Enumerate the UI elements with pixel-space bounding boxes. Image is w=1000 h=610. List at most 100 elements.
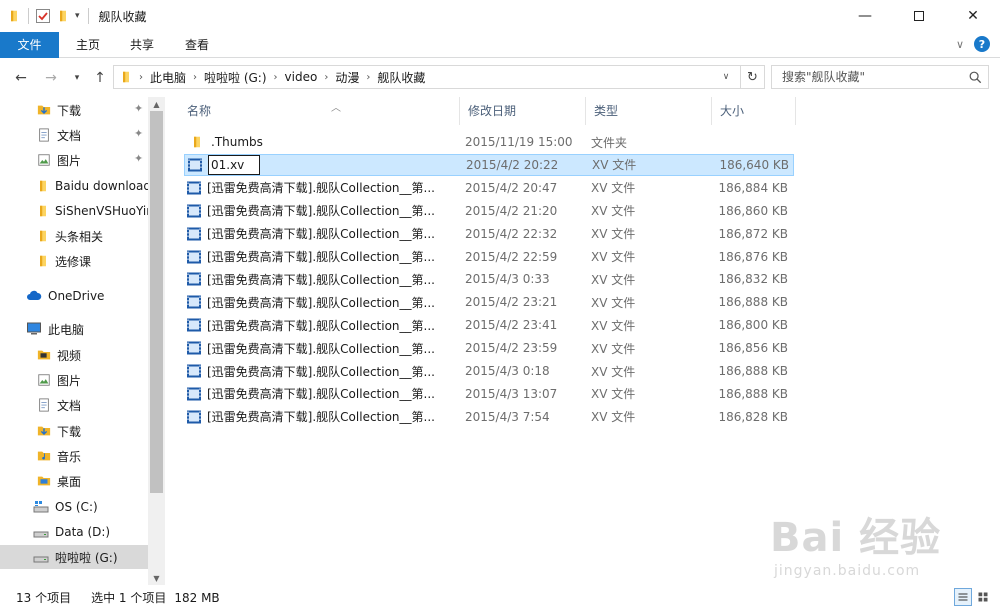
- table-row[interactable]: 01.xv 2015/4/2 20:22 XV 文件 186,640 KB: [184, 153, 794, 176]
- breadcrumb-video[interactable]: video: [285, 70, 318, 84]
- breadcrumb-this-pc[interactable]: 此电脑: [150, 69, 186, 86]
- recent-locations-button[interactable]: ▾: [66, 67, 88, 89]
- table-row[interactable]: [迅雷免费高清下载].舰队Collection__第... 2015/4/3 7:…: [184, 406, 794, 428]
- status-bar: 13 个项目 选中 1 个项目 182 MB: [0, 585, 1000, 610]
- expand-ribbon-icon[interactable]: ∨: [956, 38, 964, 51]
- table-row[interactable]: [迅雷免费高清下载].舰队Collection__第... 2015/4/3 13…: [184, 383, 794, 405]
- pin-icon[interactable]: ✦: [134, 102, 143, 115]
- pin-icon[interactable]: ✦: [134, 152, 143, 165]
- search-input[interactable]: [772, 66, 962, 88]
- column-header-size[interactable]: 大小: [712, 97, 796, 125]
- customize-dropdown-icon[interactable]: ▾: [75, 11, 80, 21]
- close-button[interactable]: ✕: [946, 0, 1000, 32]
- watermark-url: jingyan.baidu.com: [774, 563, 921, 579]
- address-bar[interactable]: › 此电脑 › 啦啦啦 (G:) › video › 动漫 › 舰队收藏 ∨ ↻: [113, 65, 765, 89]
- table-row[interactable]: [迅雷免费高清下载].舰队Collection__第... 2015/4/2 21…: [184, 200, 794, 222]
- address-dropdown-icon[interactable]: ∨: [718, 66, 734, 88]
- scroll-up-icon[interactable]: ▲: [148, 97, 165, 111]
- nav-item-desktop[interactable]: 桌面: [0, 469, 148, 493]
- computer-icon: [26, 321, 42, 337]
- help-icon[interactable]: ?: [974, 36, 990, 52]
- title-bar: ▾ 舰队收藏 — ✕: [0, 0, 1000, 32]
- back-button[interactable]: ←: [10, 67, 32, 89]
- file-name-cell: [迅雷免费高清下载].舰队Collection__第...: [186, 337, 456, 359]
- table-row[interactable]: [迅雷免费高清下载].舰队Collection__第... 2015/4/2 20…: [184, 177, 794, 199]
- nav-item-pc-downloads[interactable]: 下载: [0, 419, 148, 443]
- file-date: 2015/4/2 20:47: [465, 180, 558, 195]
- nav-item-videos[interactable]: 视频: [0, 343, 148, 367]
- table-row[interactable]: [迅雷免费高清下载].舰队Collection__第... 2015/4/3 0:…: [184, 360, 794, 382]
- picture-icon: [37, 372, 51, 388]
- table-row[interactable]: [迅雷免费高清下载].舰队Collection__第... 2015/4/3 0:…: [184, 268, 794, 290]
- nav-item-this-pc[interactable]: 此电脑: [0, 317, 148, 341]
- file-date: 2015/4/3 0:33: [465, 272, 550, 287]
- breadcrumb-anime[interactable]: 动漫: [335, 69, 359, 86]
- nav-item-label: 下载: [57, 424, 82, 439]
- column-header-type[interactable]: 类型: [586, 97, 712, 125]
- minimize-button[interactable]: —: [838, 0, 892, 32]
- nav-scrollbar[interactable]: ▲ ▼: [148, 97, 165, 585]
- nav-item-toutiao[interactable]: 头条相关: [0, 224, 148, 248]
- nav-item-drive-d[interactable]: Data (D:): [0, 520, 148, 544]
- divider: [28, 8, 29, 24]
- table-row[interactable]: .Thumbs 2015/11/19 15:00 文件夹: [184, 131, 794, 153]
- tab-file[interactable]: 文件: [0, 32, 59, 58]
- breadcrumb-separator[interactable]: ›: [366, 72, 370, 83]
- nav-item-pc-documents[interactable]: 文档: [0, 393, 148, 417]
- breadcrumb-current[interactable]: 舰队收藏: [377, 69, 425, 86]
- window-controls: — ✕: [838, 0, 1000, 32]
- table-row[interactable]: [迅雷免费高清下载].舰队Collection__第... 2015/4/2 22…: [184, 223, 794, 245]
- folder-icon: [8, 8, 20, 24]
- breadcrumb-separator[interactable]: ›: [193, 72, 197, 83]
- refresh-icon: ↻: [747, 69, 758, 85]
- table-row[interactable]: [迅雷免费高清下载].舰队Collection__第... 2015/4/2 23…: [184, 337, 794, 359]
- large-icons-view-button[interactable]: [974, 588, 992, 606]
- nav-item-documents[interactable]: 文档: [0, 123, 148, 147]
- nav-item-pictures[interactable]: 图片: [0, 148, 148, 172]
- details-view-button[interactable]: [954, 588, 972, 606]
- refresh-button[interactable]: ↻: [740, 66, 764, 88]
- scroll-down-icon[interactable]: ▼: [148, 571, 165, 585]
- scrollbar-thumb[interactable]: [150, 111, 163, 493]
- maximize-button[interactable]: [892, 0, 946, 32]
- table-row[interactable]: [迅雷免费高清下载].舰队Collection__第... 2015/4/2 23…: [184, 291, 794, 313]
- tab-view[interactable]: 查看: [173, 32, 221, 58]
- nav-item-drive-g[interactable]: 啦啦啦 (G:): [0, 545, 148, 569]
- nav-item-drive-c[interactable]: OS (C:): [0, 495, 148, 519]
- tab-share[interactable]: 共享: [118, 32, 166, 58]
- pin-icon[interactable]: ✦: [134, 127, 143, 140]
- rename-input[interactable]: 01.xv: [208, 154, 260, 175]
- nav-item-pc-pictures[interactable]: 图片: [0, 368, 148, 392]
- breadcrumb-separator[interactable]: ›: [324, 72, 328, 83]
- table-row[interactable]: [迅雷免费高清下载].舰队Collection__第... 2015/4/2 22…: [184, 246, 794, 268]
- breadcrumb-drive-g[interactable]: 啦啦啦 (G:): [204, 69, 267, 86]
- file-type: XV 文件: [592, 158, 637, 173]
- tab-home[interactable]: 主页: [64, 32, 112, 58]
- up-button[interactable]: ↑: [89, 67, 111, 89]
- column-header-date[interactable]: 修改日期: [460, 97, 586, 125]
- breadcrumb-separator[interactable]: ›: [139, 72, 143, 83]
- maximize-icon: [914, 11, 924, 21]
- view-switcher: [954, 588, 992, 606]
- folder-icon: [37, 228, 49, 244]
- forward-button[interactable]: →: [40, 67, 62, 89]
- nav-item-elective[interactable]: 选修课: [0, 249, 148, 273]
- breadcrumb-separator[interactable]: ›: [274, 72, 278, 83]
- search-box[interactable]: [771, 65, 989, 89]
- search-icon[interactable]: [968, 70, 982, 84]
- column-header-name[interactable]: ︿ 名称: [179, 97, 460, 125]
- video-file-icon: [186, 340, 202, 356]
- nav-item-baidu-download[interactable]: Baidu download: [0, 174, 148, 198]
- file-date: 2015/4/2 23:41: [465, 318, 558, 333]
- new-folder-icon[interactable]: [57, 8, 69, 24]
- properties-check-icon[interactable]: [35, 8, 51, 24]
- ribbon-right-controls: ∨ ?: [956, 36, 990, 52]
- video-file-icon: [187, 157, 203, 173]
- nav-item-onedrive[interactable]: OneDrive: [0, 284, 148, 308]
- nav-item-sishen[interactable]: SiShenVSHuoYing: [0, 199, 148, 223]
- sort-ascending-icon: ︿: [331, 103, 341, 114]
- table-row[interactable]: [迅雷免费高清下载].舰队Collection__第... 2015/4/2 23…: [184, 314, 794, 336]
- nav-item-downloads[interactable]: 下载: [0, 98, 148, 122]
- file-type: 文件夹: [591, 135, 628, 150]
- nav-item-music[interactable]: 音乐: [0, 444, 148, 468]
